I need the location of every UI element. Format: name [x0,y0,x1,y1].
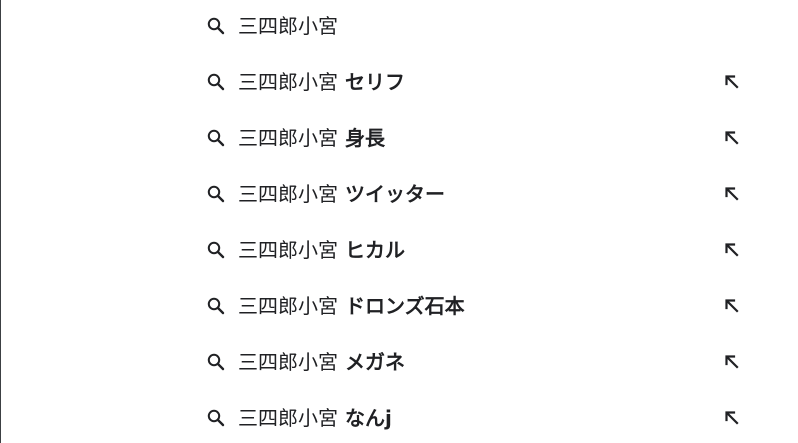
search-icon [206,16,226,36]
panel-left-border [0,0,1,443]
arrow-up-left-icon[interactable] [722,128,742,148]
suggestion-label: 三四郎小宮 メガネ [238,350,722,374]
suggestion-query-text: 三四郎小宮 [238,406,338,430]
suggestion-completion-text: ツイッター [338,182,445,206]
suggestion-label: 三四郎小宮 身長 [238,126,722,150]
suggestion-label: 三四郎小宮 ヒカル [238,238,722,262]
suggestion-label: 三四郎小宮 ドロンズ石本 [238,294,722,318]
suggestion-query-text: 三四郎小宮 [238,294,338,318]
arrow-up-left-icon[interactable] [722,408,742,428]
suggestion-query-text: 三四郎小宮 [238,238,338,262]
search-icon [206,352,226,372]
arrow-up-left-icon[interactable] [722,184,742,204]
suggestion-query-text: 三四郎小宮 [238,126,338,150]
suggestion-label: 三四郎小宮 [238,14,756,38]
suggestion-completion-text: なんj [338,406,392,430]
suggestion-item[interactable]: 三四郎小宮 ツイッター [196,171,756,217]
arrow-up-left-icon[interactable] [722,296,742,316]
suggestion-label: 三四郎小宮 なんj [238,406,722,430]
search-icon [206,240,226,260]
suggestion-item[interactable]: 三四郎小宮 [196,3,756,49]
suggestion-label: 三四郎小宮 セリフ [238,70,722,94]
suggestion-completion-text: メガネ [338,350,405,374]
suggestion-query-text: 三四郎小宮 [238,70,338,94]
search-icon [206,296,226,316]
suggestion-query-text: 三四郎小宮 [238,14,338,38]
suggestion-item[interactable]: 三四郎小宮 ドロンズ石本 [196,283,756,329]
suggestion-item[interactable]: 三四郎小宮 メガネ [196,339,756,385]
suggestion-item[interactable]: 三四郎小宮 身長 [196,115,756,161]
suggestion-query-text: 三四郎小宮 [238,182,338,206]
suggestion-query-text: 三四郎小宮 [238,350,338,374]
arrow-up-left-icon[interactable] [722,240,742,260]
suggestion-completion-text: セリフ [338,70,405,94]
suggestion-label: 三四郎小宮 ツイッター [238,182,722,206]
suggestion-completion-text: ヒカル [338,238,405,262]
search-icon [206,184,226,204]
suggestion-item[interactable]: 三四郎小宮 セリフ [196,59,756,105]
search-icon [206,128,226,148]
suggestion-item[interactable]: 三四郎小宮 ヒカル [196,227,756,273]
suggestion-item[interactable]: 三四郎小宮 なんj [196,395,756,441]
arrow-up-left-icon[interactable] [722,72,742,92]
arrow-up-left-icon[interactable] [722,352,742,372]
suggestion-completion-text: ドロンズ石本 [338,294,465,318]
search-icon [206,408,226,428]
search-icon [206,72,226,92]
suggestion-completion-text: 身長 [338,126,385,150]
